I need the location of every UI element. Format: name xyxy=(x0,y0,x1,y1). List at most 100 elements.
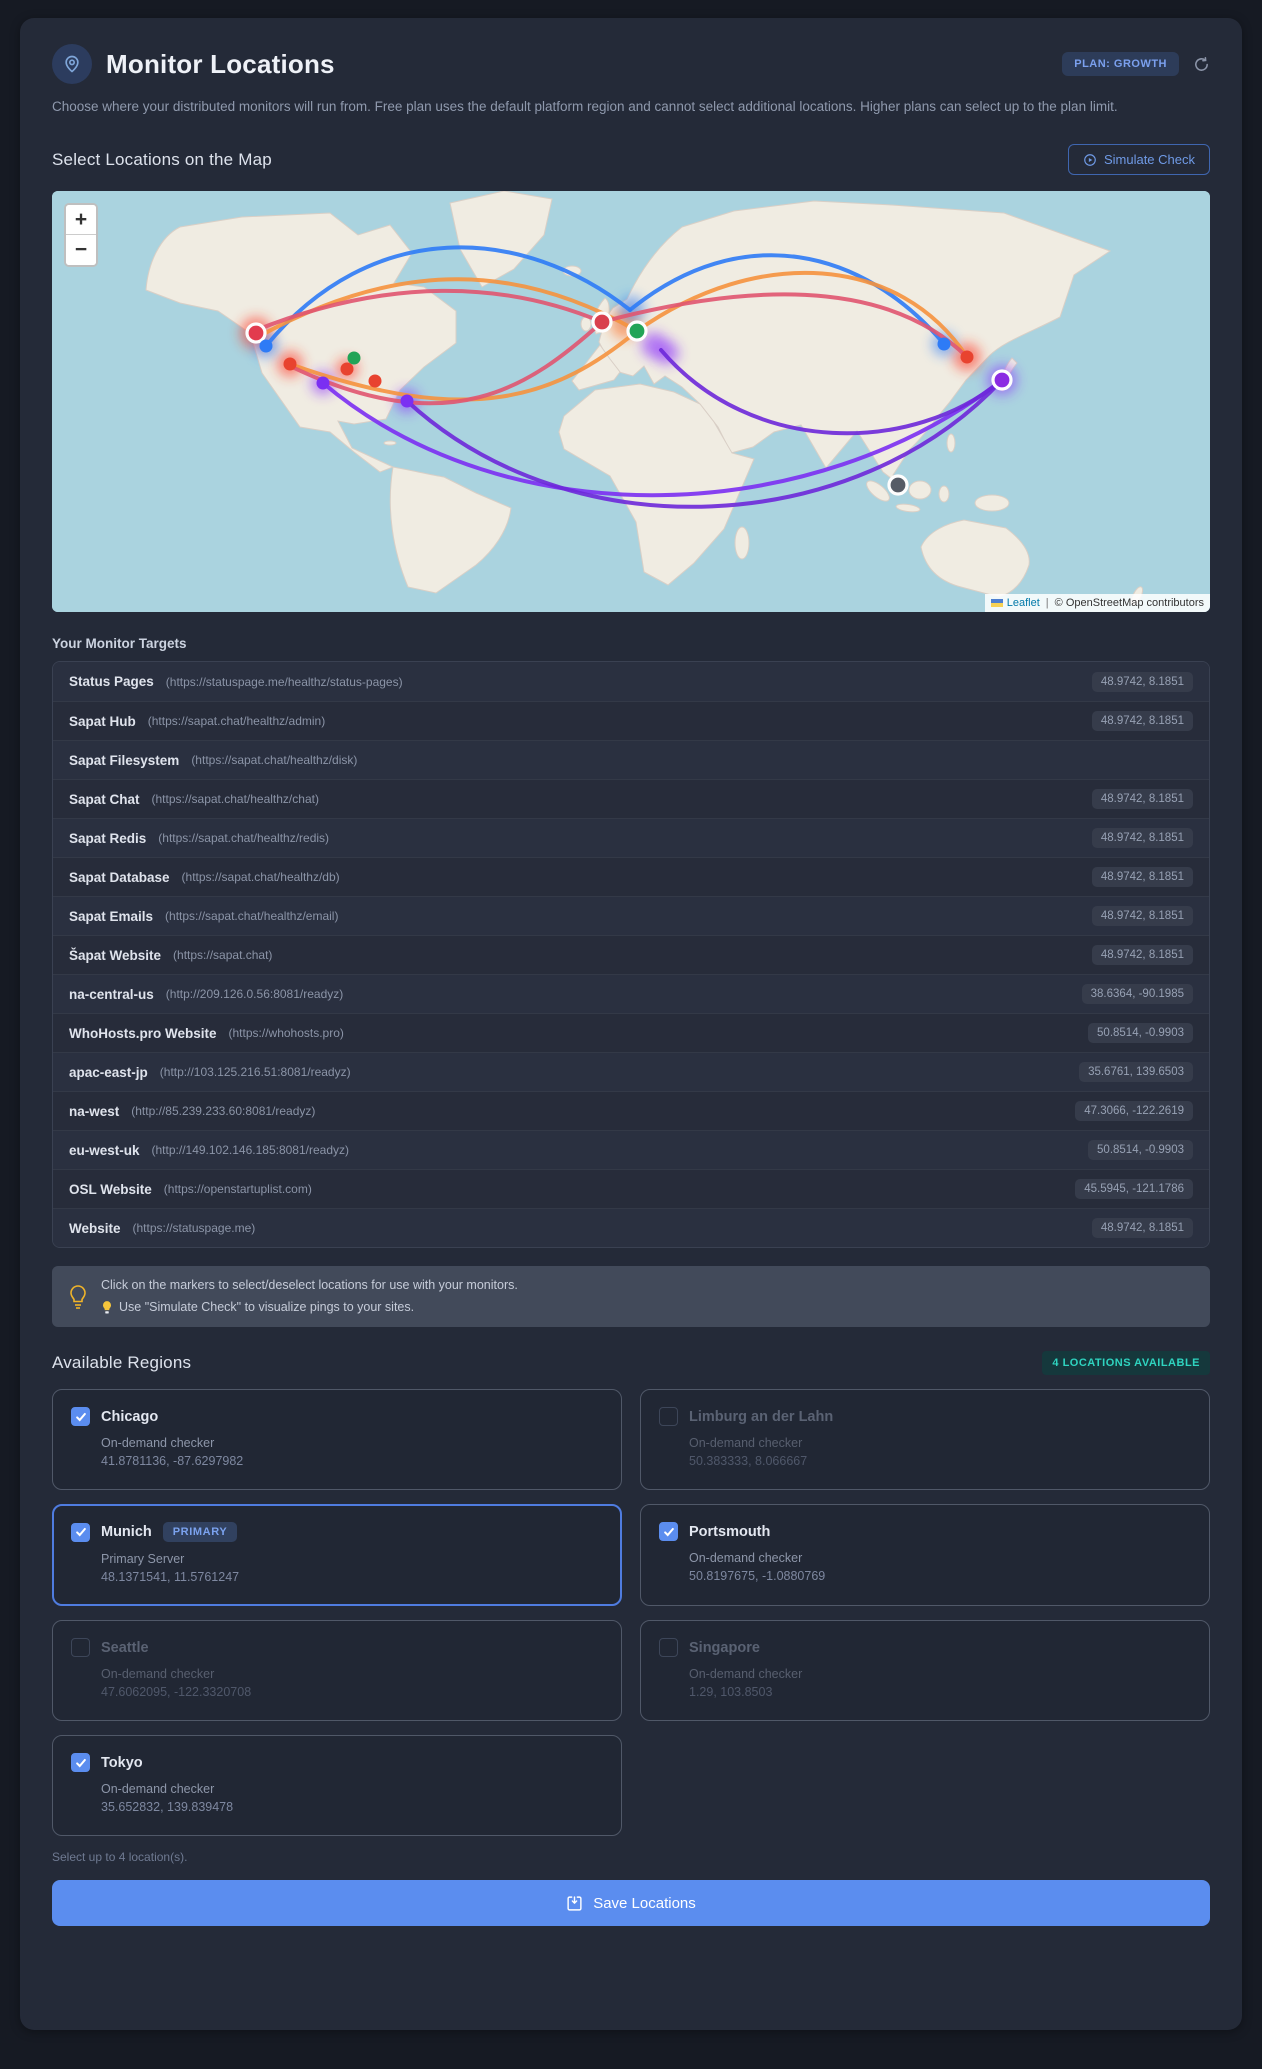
table-row: WhoHosts.pro Website (https://whohosts.pr… xyxy=(53,1013,1209,1053)
target-coords-badge: 48.9742, 8.1851 xyxy=(1091,671,1193,692)
regions-heading: Available Regions xyxy=(52,1353,192,1373)
checkbox[interactable] xyxy=(659,1407,678,1427)
map-section-heading: Select Locations on the Map xyxy=(52,149,272,169)
map-marker[interactable] xyxy=(400,394,414,408)
region-card-seattle[interactable]: Seattle On-demand checker 47.6062095, -1… xyxy=(52,1620,622,1722)
map-marker[interactable] xyxy=(991,369,1013,391)
target-url: (https://sapat.chat/healthz/disk) xyxy=(191,753,358,768)
location-pin-icon xyxy=(52,44,92,84)
play-circle-icon xyxy=(1084,153,1096,166)
region-card-portsmouth[interactable]: Portsmouth On-demand checker 50.8197675,… xyxy=(640,1504,1210,1607)
region-desc: On-demand checker xyxy=(689,1436,803,1451)
locations-available-badge: 4 LOCATIONS AVAILABLE xyxy=(1042,1351,1210,1376)
target-name: WhoHosts.pro Website xyxy=(69,1025,217,1041)
checkbox[interactable] xyxy=(71,1753,90,1773)
target-name: Sapat Filesystem xyxy=(69,752,180,768)
region-coords: 50.8197675, -1.0880769 xyxy=(689,1569,826,1584)
target-name: Sapat Database xyxy=(69,869,170,885)
region-card-chicago[interactable]: Chicago On-demand checker 41.8781136, -8… xyxy=(52,1389,622,1491)
target-coords-badge: 45.5945, -121.1786 xyxy=(1075,1179,1193,1200)
refresh-button[interactable] xyxy=(1193,56,1210,73)
map-attribution: Leaflet | © OpenStreetMap contributors xyxy=(984,594,1210,613)
save-locations-button[interactable]: Save Locations xyxy=(52,1880,1210,1927)
targets-list: Status Pages (https://statuspage.me/healt… xyxy=(52,661,1210,1249)
map-marker[interactable] xyxy=(283,357,297,371)
checkbox[interactable] xyxy=(71,1638,90,1658)
target-url: (https://sapat.chat) xyxy=(173,948,273,963)
target-name: Sapat Redis xyxy=(69,830,147,846)
zoom-out-button[interactable]: − xyxy=(66,235,96,266)
checkbox[interactable] xyxy=(659,1638,678,1658)
map-marker[interactable] xyxy=(591,311,613,333)
table-row: Sapat Database (https://sapat.chat/health… xyxy=(53,857,1209,897)
table-row: apac-east-jp (http://103.125.216.51:8081/… xyxy=(53,1052,1209,1092)
table-row: Website (https://statuspage.me) 48.9742, 8… xyxy=(53,1208,1209,1248)
tip-line-2: Use "Simulate Check" to visualize pings … xyxy=(119,1299,415,1314)
target-url: (https://sapat.chat/healthz/redis) xyxy=(158,831,330,846)
region-coords: 35.652832, 139.839478 xyxy=(101,1800,234,1815)
target-coords-badge: 50.8514, -0.9903 xyxy=(1088,1140,1193,1161)
target-url: (https://statuspage.me) xyxy=(132,1221,256,1236)
page-title: Monitor Locations xyxy=(106,48,335,79)
table-row: OSL Website (https://openstartuplist.com)… xyxy=(53,1169,1209,1209)
map-marker[interactable] xyxy=(887,474,909,496)
map-zoom-control[interactable]: + − xyxy=(64,203,98,268)
save-icon xyxy=(567,1895,582,1911)
region-card-singapore[interactable]: Singapore On-demand checker 1.29, 103.85… xyxy=(640,1620,1210,1722)
map-marker[interactable] xyxy=(937,337,951,351)
map-canvas[interactable] xyxy=(52,191,1210,613)
map-marker[interactable] xyxy=(245,322,267,344)
target-coords-badge: 48.9742, 8.1851 xyxy=(1091,711,1193,732)
table-row: eu-west-uk (http://149.102.146.185:8081/r… xyxy=(53,1130,1209,1170)
region-desc: On-demand checker xyxy=(101,1782,215,1797)
region-card-munich[interactable]: Munich PRIMARY Primary Server 48.1371541… xyxy=(52,1504,622,1607)
target-url: (https://statuspage.me/healthz/status-pa… xyxy=(165,674,403,689)
world-map[interactable]: + − Leaflet | © OpenStreetMap contributo… xyxy=(52,191,1210,613)
target-url: (https://sapat.chat/healthz/db) xyxy=(181,870,340,885)
target-coords-badge: 48.9742, 8.1851 xyxy=(1091,867,1193,888)
map-marker[interactable] xyxy=(960,350,974,364)
region-coords: 48.1371541, 11.5761247 xyxy=(101,1570,240,1585)
regions-grid: Chicago On-demand checker 41.8781136, -8… xyxy=(52,1389,1210,1837)
primary-badge: PRIMARY xyxy=(162,1522,238,1543)
target-url: (https://sapat.chat/healthz/admin) xyxy=(147,714,326,729)
target-name: na-central-us xyxy=(69,986,154,1002)
region-name: Chicago xyxy=(101,1408,159,1425)
table-row: Sapat Redis (https://sapat.chat/healthz/r… xyxy=(53,818,1209,858)
target-coords-badge: 48.9742, 8.1851 xyxy=(1091,1218,1193,1239)
map-marker[interactable] xyxy=(259,339,273,353)
simulate-check-button[interactable]: Simulate Check xyxy=(1067,144,1210,176)
target-name: Website xyxy=(69,1220,121,1236)
target-url: (http://103.125.216.51:8081/readyz) xyxy=(159,1065,351,1080)
refresh-icon xyxy=(1195,56,1208,71)
region-card-limburg[interactable]: Limburg an der Lahn On-demand checker 50… xyxy=(640,1389,1210,1491)
map-marker[interactable] xyxy=(340,362,354,376)
zoom-in-button[interactable]: + xyxy=(66,205,96,236)
tip-line-1: Click on the markers to select/deselect … xyxy=(101,1278,518,1293)
target-url: (https://sapat.chat/healthz/email) xyxy=(165,909,339,924)
target-url: (http://85.239.233.60:8081/readyz) xyxy=(131,1104,316,1119)
region-name: Singapore xyxy=(689,1639,760,1656)
target-name: OSL Website xyxy=(69,1181,152,1197)
map-marker[interactable] xyxy=(347,351,361,365)
region-desc: On-demand checker xyxy=(689,1667,803,1682)
plan-badge: PLAN: GROWTH xyxy=(1062,52,1179,76)
region-desc: On-demand checker xyxy=(689,1551,803,1566)
map-marker[interactable] xyxy=(626,320,648,342)
checkbox[interactable] xyxy=(659,1522,678,1542)
leaflet-link[interactable]: Leaflet xyxy=(1007,597,1040,609)
table-row: Sapat Hub (https://sapat.chat/healthz/adm… xyxy=(53,701,1209,741)
checkbox[interactable] xyxy=(71,1522,90,1542)
region-card-tokyo[interactable]: Tokyo On-demand checker 35.652832, 139.8… xyxy=(52,1735,622,1837)
check-icon xyxy=(663,1527,674,1537)
target-name: Sapat Chat xyxy=(69,791,140,807)
target-coords-badge: 48.9742, 8.1851 xyxy=(1091,789,1193,810)
check-icon xyxy=(75,1527,86,1537)
checkbox[interactable] xyxy=(71,1407,90,1427)
table-row: Sapat Chat (https://sapat.chat/healthz/ch… xyxy=(53,779,1209,819)
region-coords: 41.8781136, -87.6297982 xyxy=(101,1454,244,1469)
map-marker[interactable] xyxy=(316,376,330,390)
map-marker[interactable] xyxy=(368,374,382,388)
check-icon xyxy=(75,1758,86,1768)
region-name: Seattle xyxy=(101,1639,149,1656)
